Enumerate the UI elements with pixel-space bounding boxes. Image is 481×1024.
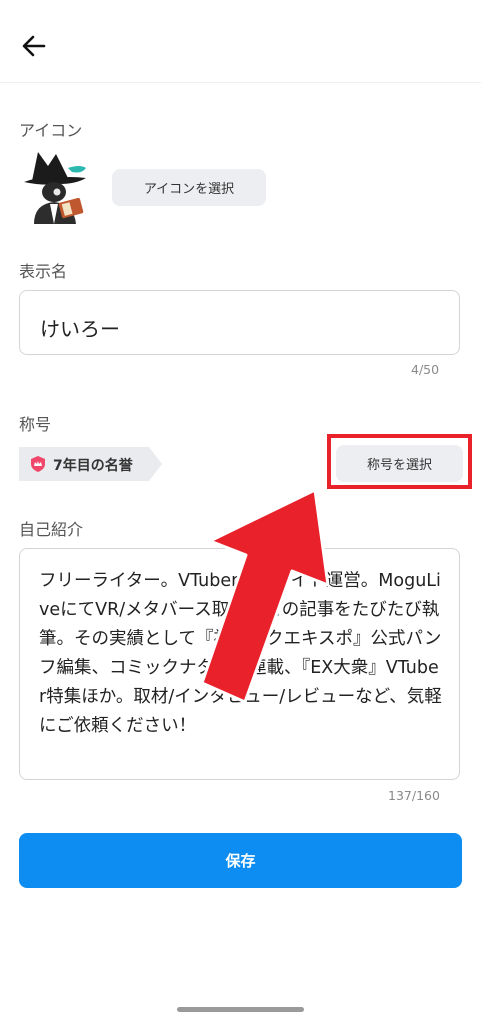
title-badge: 7年目の名誉 [19, 447, 162, 481]
select-icon-button[interactable]: アイコンを選択 [112, 169, 266, 206]
arrow-left-icon[interactable] [20, 32, 48, 60]
avatar[interactable] [20, 148, 88, 224]
bio-counter: 137/160 [388, 788, 440, 803]
icon-section-label: アイコン [19, 121, 83, 140]
crown-shield-icon [31, 456, 45, 472]
home-indicator [177, 1007, 304, 1012]
display-name-counter: 4/50 [411, 362, 440, 377]
display-name-value: けいろー [40, 317, 120, 341]
highlight-box [327, 434, 472, 489]
display-name-label: 表示名 [19, 262, 68, 281]
bio-label: 自己紹介 [19, 520, 84, 539]
save-button[interactable]: 保存 [19, 833, 462, 888]
top-bar [0, 0, 481, 83]
bio-textarea[interactable]: フリーライター。VTuber情報サイト運営。MoguLiveにてVR/メタバース… [19, 548, 460, 780]
title-section-label: 称号 [19, 415, 52, 434]
title-badge-text: 7年目の名誉 [53, 458, 133, 474]
bio-value: フリーライター。VTuber情報サイト運営。MoguLiveにてVR/メタバース… [39, 571, 442, 736]
display-name-input[interactable]: けいろー [19, 290, 460, 355]
